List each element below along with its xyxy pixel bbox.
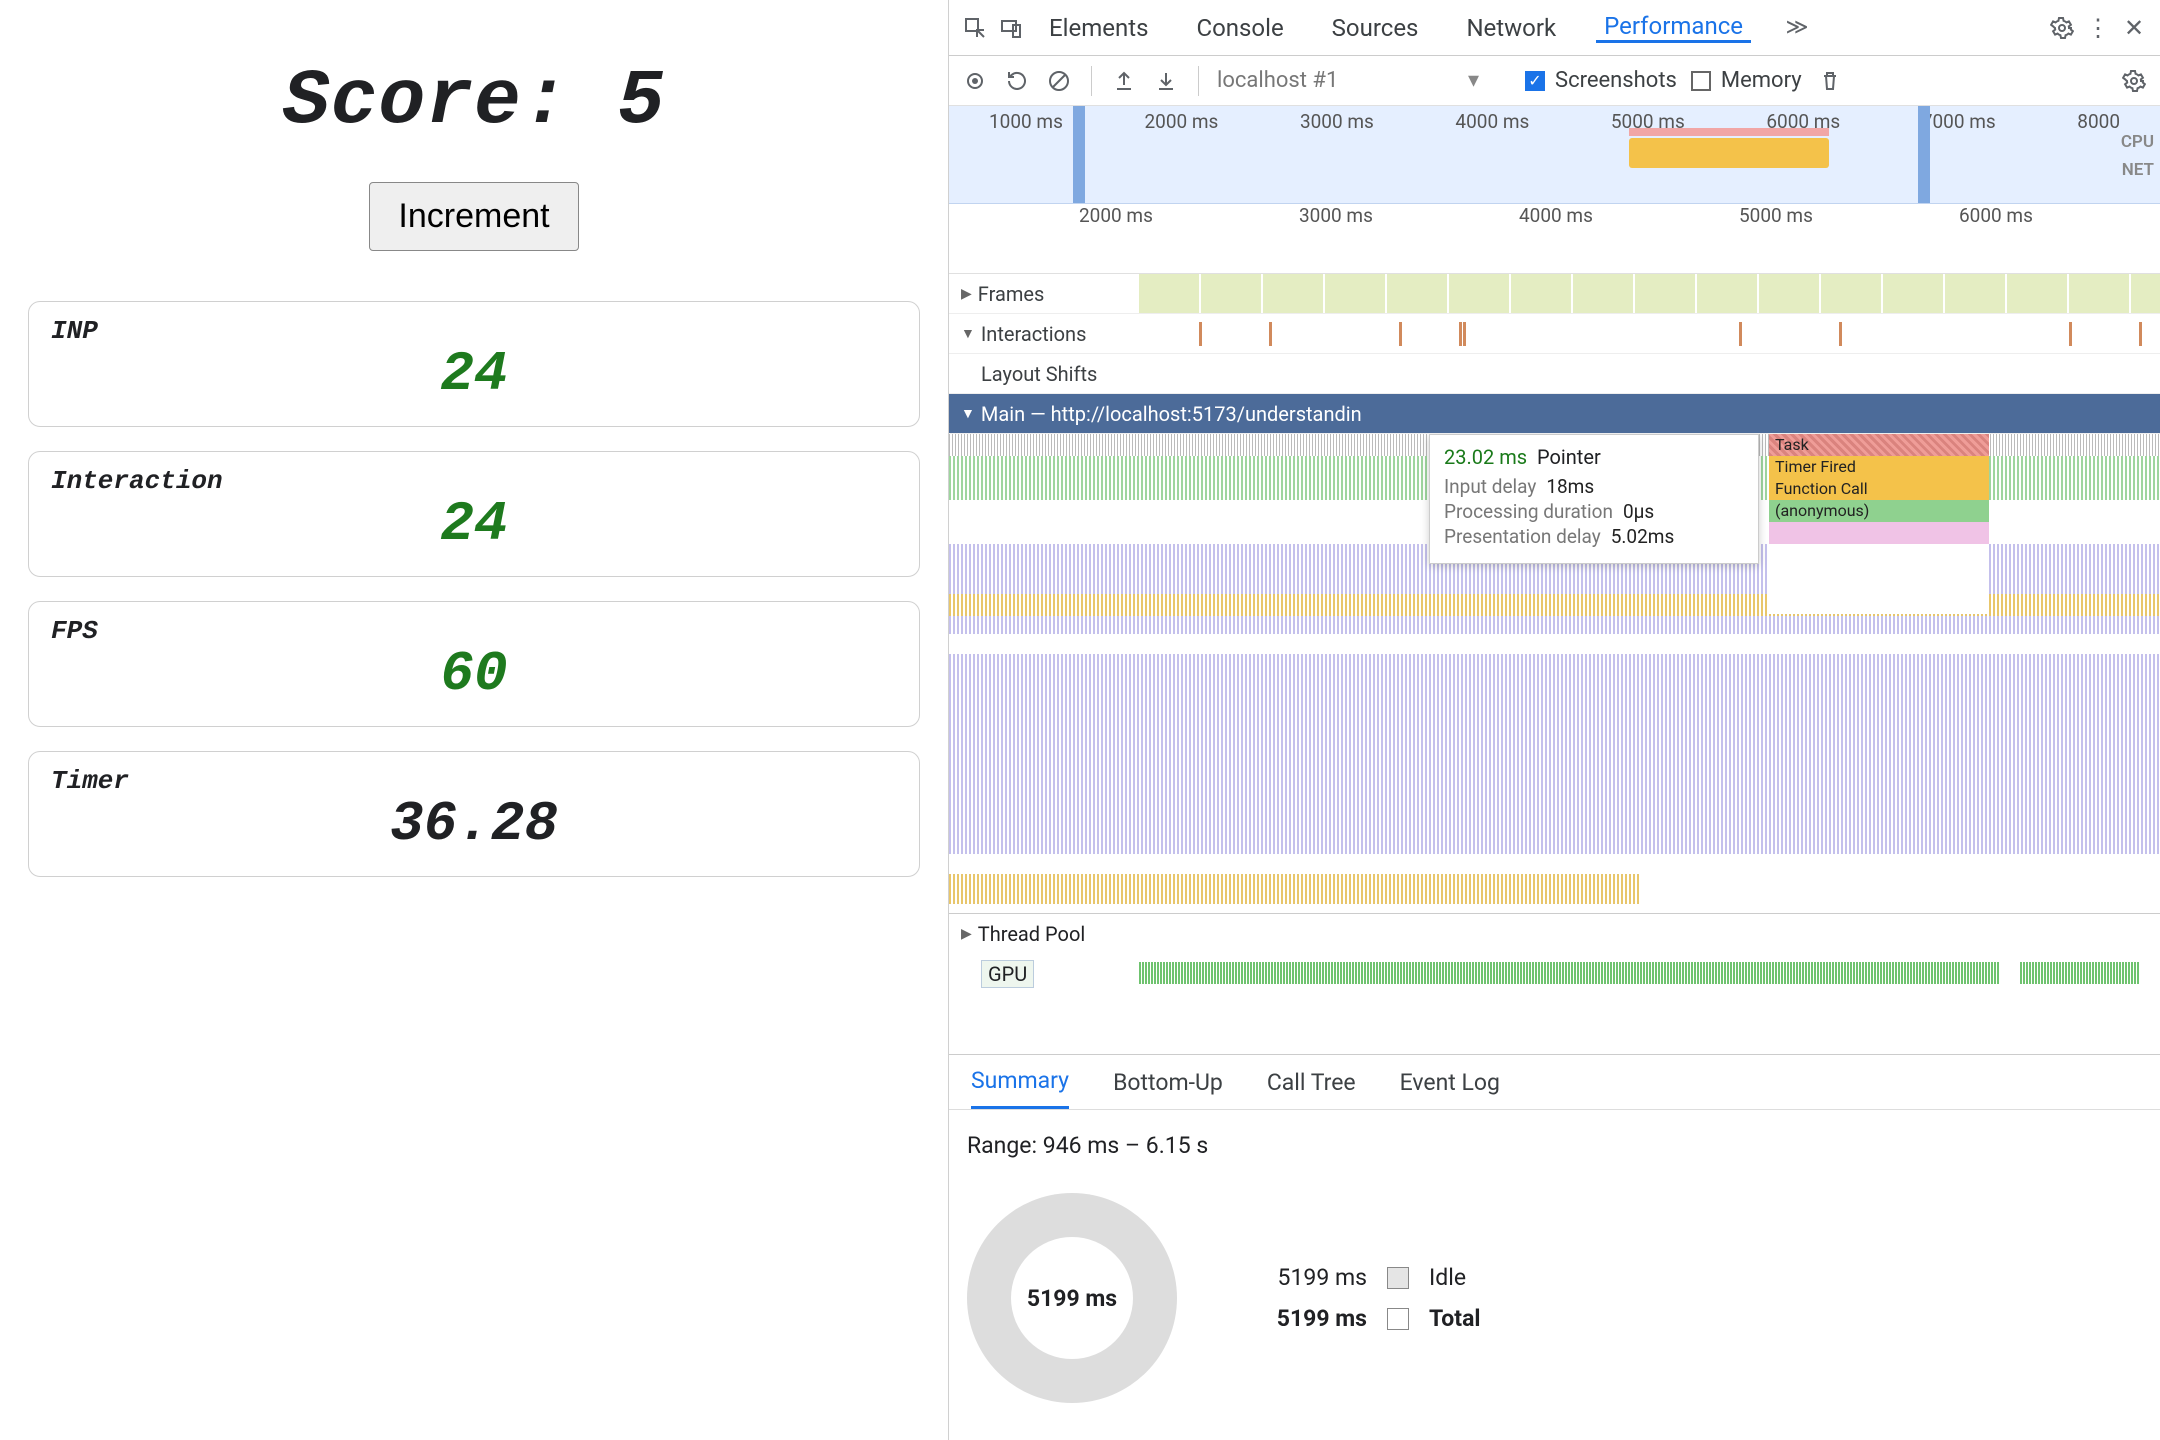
metric-card-inp: INP 24 <box>28 301 920 427</box>
legend-swatch <box>1387 1308 1409 1330</box>
tabs-overflow-icon[interactable]: ≫ <box>1783 14 1811 42</box>
reload-icon[interactable] <box>1003 67 1031 95</box>
settings-gear-icon[interactable] <box>2048 14 2076 42</box>
metric-card-fps: FPS 60 <box>28 601 920 727</box>
score-value: 5 <box>617 58 665 146</box>
overview-handle-left[interactable] <box>1073 106 1085 203</box>
overview-tick: 1000 ms <box>989 110 1063 133</box>
ruler-tick: 5000 ms <box>1739 204 1813 227</box>
flame-function-call[interactable]: Function Call <box>1769 478 1989 500</box>
track-thread-pool[interactable]: ▶Thread Pool <box>949 914 2160 954</box>
metric-card-timer: Timer 36.28 <box>28 751 920 877</box>
lower-tracks: ▶Thread Pool GPU <box>949 914 2160 994</box>
metric-value: 36.28 <box>51 796 897 852</box>
summary-range: Range: 946 ms – 6.15 s <box>967 1132 2142 1159</box>
tab-network[interactable]: Network <box>1458 14 1564 42</box>
score-display: Score: 5 <box>24 58 924 146</box>
tooltip-duration: 23.02 ms <box>1444 445 1527 469</box>
overview-tick: 7000 ms <box>1922 110 1996 133</box>
track-layout-shifts[interactable]: Layout Shifts <box>949 354 2160 394</box>
memory-checkbox[interactable]: Memory <box>1691 68 1802 93</box>
tab-console[interactable]: Console <box>1188 14 1291 42</box>
overview-tick: 8000 <box>2077 110 2120 133</box>
bottom-tab-call-tree[interactable]: Call Tree <box>1267 1055 1356 1109</box>
overview-handle-right[interactable] <box>1918 106 1930 203</box>
tab-performance[interactable]: Performance <box>1596 12 1751 43</box>
tab-elements[interactable]: Elements <box>1041 14 1156 42</box>
flame-gap <box>1769 544 1989 614</box>
bottom-tab-event-log[interactable]: Event Log <box>1400 1055 1500 1109</box>
summary-legend: 5199 ms Idle 5199 ms Total <box>1247 1264 1509 1332</box>
summary-pane: Range: 946 ms – 6.15 s 5199 ms 5199 ms I… <box>949 1110 2160 1440</box>
tab-sources[interactable]: Sources <box>1324 14 1427 42</box>
tooltip-type: Pointer <box>1537 445 1601 469</box>
overview-tick: 3000 ms <box>1300 110 1374 133</box>
score-label: Score: <box>283 58 618 146</box>
overview-activity <box>1629 128 1829 136</box>
ruler-tick: 4000 ms <box>1519 204 1593 227</box>
overview-strip[interactable]: 1000 ms 2000 ms 3000 ms 4000 ms 5000 ms … <box>949 106 2160 204</box>
increment-button[interactable]: Increment <box>369 182 578 251</box>
bottom-tab-bar: Summary Bottom-Up Call Tree Event Log <box>949 1054 2160 1110</box>
track-gpu[interactable]: GPU <box>949 954 2160 994</box>
flame-task[interactable]: Task <box>1769 434 1989 456</box>
legend-swatch <box>1387 1267 1409 1289</box>
flame-anonymous[interactable]: (anonymous) <box>1769 500 1989 522</box>
ruler-tick: 6000 ms <box>1959 204 2033 227</box>
clear-icon[interactable] <box>1045 67 1073 95</box>
record-icon[interactable] <box>961 67 989 95</box>
device-toolbar-icon[interactable] <box>997 14 1025 42</box>
tracks: ▶Frames ▼Interactions Layout Shifts ▼Mai… <box>949 274 2160 434</box>
capture-settings-gear-icon[interactable] <box>2120 67 2148 95</box>
overview-tick: 2000 ms <box>1144 110 1218 133</box>
flame-segment[interactable] <box>1769 522 1989 544</box>
metric-value: 24 <box>51 346 897 402</box>
overview-activity <box>1629 138 1829 168</box>
overview-lane-label: NET <box>2122 160 2154 180</box>
flame-timer-fired[interactable]: Timer Fired <box>1769 456 1989 478</box>
download-icon[interactable] <box>1152 67 1180 95</box>
close-icon[interactable]: ✕ <box>2120 14 2148 42</box>
screenshots-checkbox[interactable]: ✓Screenshots <box>1525 68 1677 93</box>
track-main[interactable]: ▼Main — http://localhost:5173/understand… <box>949 394 2160 434</box>
ruler-tick: 3000 ms <box>1299 204 1373 227</box>
bottom-tab-bottom-up[interactable]: Bottom-Up <box>1113 1055 1223 1109</box>
devtools-panel: Elements Console Sources Network Perform… <box>948 0 2160 1440</box>
track-frames[interactable]: ▶Frames <box>949 274 2160 314</box>
ruler-tick: 2000 ms <box>1079 204 1153 227</box>
inspect-icon[interactable] <box>961 14 989 42</box>
garbage-collect-icon[interactable] <box>1816 67 1844 95</box>
metric-value: 24 <box>51 496 897 552</box>
metric-value: 60 <box>51 646 897 702</box>
recording-target-dropdown[interactable]: localhost #1 <box>1217 68 1487 93</box>
flame-graph[interactable]: 23.02 ms Pointer Input delay18ms Process… <box>949 434 2160 914</box>
track-interactions[interactable]: ▼Interactions <box>949 314 2160 354</box>
legend-row: 5199 ms Total <box>1247 1305 1509 1332</box>
demo-app: Score: 5 Increment INP 24 Interaction 24… <box>0 0 948 1440</box>
performance-toolbar: localhost #1 ✓Screenshots Memory <box>949 56 2160 106</box>
interaction-tooltip: 23.02 ms Pointer Input delay18ms Process… <box>1429 434 1759 564</box>
legend-row: 5199 ms Idle <box>1247 1264 1509 1291</box>
metric-card-interaction: Interaction 24 <box>28 451 920 577</box>
timeline-ruler[interactable]: 2000 ms 3000 ms 4000 ms 5000 ms 6000 ms <box>949 204 2160 274</box>
summary-donut: 5199 ms <box>967 1193 1177 1403</box>
summary-donut-center: 5199 ms <box>1011 1237 1133 1359</box>
overview-tick: 4000 ms <box>1455 110 1529 133</box>
devtools-tab-bar: Elements Console Sources Network Perform… <box>949 0 2160 56</box>
kebab-menu-icon[interactable]: ⋮ <box>2084 14 2112 42</box>
overview-lane-label: CPU <box>2121 132 2154 152</box>
bottom-tab-summary[interactable]: Summary <box>971 1055 1069 1109</box>
upload-icon[interactable] <box>1110 67 1138 95</box>
